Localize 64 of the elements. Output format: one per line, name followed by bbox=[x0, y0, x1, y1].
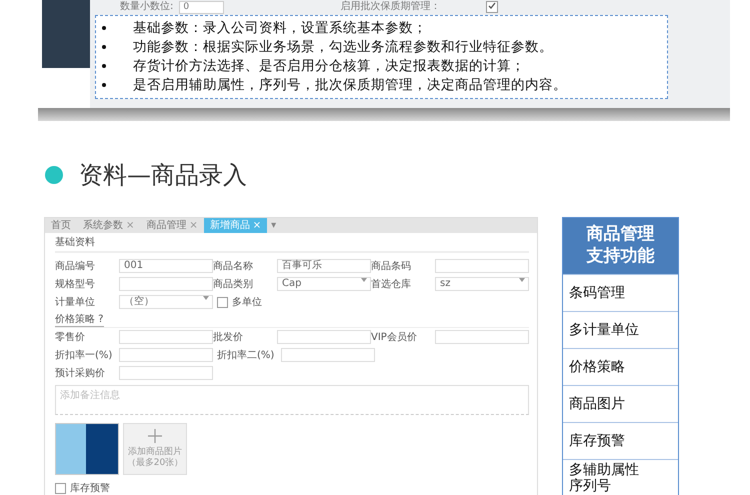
input-field[interactable] bbox=[119, 348, 213, 362]
table-cell: 商品图片 bbox=[563, 385, 678, 422]
select-field[interactable]: sz bbox=[435, 277, 529, 291]
table-cell: 价格策略 bbox=[563, 348, 678, 385]
field-label: 预计采购价 bbox=[55, 366, 106, 380]
caret-icon bbox=[203, 296, 209, 300]
checkbox[interactable] bbox=[55, 482, 66, 494]
field-label: 规格型号 bbox=[55, 278, 96, 291]
checkbox-label: 库存预警 bbox=[70, 482, 110, 495]
field-label: VIP会员价 bbox=[371, 331, 418, 344]
table-cell: 条码管理 bbox=[563, 274, 678, 311]
note-text: 功能参数：根据实际业务场景，勾选业务流程参数和行业特征参数。 bbox=[133, 38, 553, 56]
dark-panel bbox=[42, 0, 90, 68]
select-field[interactable]: Cap bbox=[277, 277, 371, 291]
circle-icon bbox=[45, 166, 63, 184]
section-title: 资料—商品录入 bbox=[79, 160, 247, 191]
add-image-button[interactable]: 添加商品图片 （最多20张） bbox=[123, 423, 187, 475]
table-header: 商品管理支持功能 bbox=[563, 218, 678, 274]
note-text: 基础参数：录入公司资料，设置系统基本参数； bbox=[133, 18, 427, 36]
field-label: 折扣率二(%) bbox=[217, 348, 276, 362]
field-label: 首选仓库 bbox=[371, 278, 412, 291]
note-text: 存货计价方法选择、是否启用分仓核算，决定报表数据的计算； bbox=[133, 56, 525, 74]
bullet-icon bbox=[102, 64, 106, 68]
input-field[interactable] bbox=[119, 366, 213, 380]
field-label: 折扣率一(%) bbox=[55, 348, 114, 362]
price-strategy-link[interactable]: 价格策略 ? bbox=[55, 312, 104, 326]
option-label: 启用批次保质期管理： bbox=[340, 1, 440, 13]
plus-icon bbox=[148, 429, 162, 443]
field-label: 零售价 bbox=[55, 331, 86, 344]
field-label: 批发价 bbox=[213, 330, 244, 344]
caret-icon bbox=[361, 278, 367, 282]
bullet-icon bbox=[102, 44, 106, 48]
checkbox-label: 多单位 bbox=[232, 296, 262, 309]
bullet-icon bbox=[102, 26, 106, 30]
number-field[interactable]: 0 bbox=[179, 0, 224, 14]
field-label: 商品名称 bbox=[213, 260, 254, 273]
field-label: 商品条码 bbox=[371, 260, 412, 273]
input-field[interactable] bbox=[277, 330, 371, 344]
input-field[interactable] bbox=[281, 348, 375, 362]
bullet-icon bbox=[102, 82, 106, 86]
field-label: 商品类别 bbox=[213, 278, 254, 291]
caret-icon bbox=[519, 278, 525, 282]
table-cell: 库存预警 bbox=[563, 422, 678, 459]
checkbox[interactable] bbox=[217, 296, 228, 308]
tab[interactable]: 系统参数 × bbox=[77, 218, 140, 233]
input-field[interactable] bbox=[435, 259, 529, 273]
table-cell: 多辅助属性序列号 bbox=[563, 459, 678, 495]
note-text: 是否启用辅助属性，序列号，批次保质期管理，决定商品管理的内容。 bbox=[133, 76, 567, 94]
input-field[interactable] bbox=[435, 330, 529, 344]
image-thumbnail[interactable] bbox=[55, 423, 119, 475]
tab-menu-button[interactable]: ▾ bbox=[267, 218, 280, 233]
group-title: 基础资料 bbox=[55, 235, 529, 253]
select-field[interactable]: （空） bbox=[119, 295, 213, 309]
input-field[interactable]: 百事可乐 bbox=[277, 259, 371, 273]
input-field[interactable]: 001 bbox=[119, 259, 213, 273]
input-field[interactable] bbox=[119, 277, 213, 291]
field-label: 数量小数位: bbox=[120, 1, 174, 13]
tab[interactable]: 商品管理 × bbox=[140, 218, 204, 233]
input-field[interactable] bbox=[119, 330, 213, 344]
field-label: 商品编号 bbox=[55, 260, 96, 273]
tab[interactable]: 首页 bbox=[45, 218, 77, 233]
field-label: 计量单位 bbox=[55, 296, 96, 309]
table-cell: 多计量单位 bbox=[563, 311, 678, 348]
checkbox[interactable] bbox=[486, 1, 498, 13]
